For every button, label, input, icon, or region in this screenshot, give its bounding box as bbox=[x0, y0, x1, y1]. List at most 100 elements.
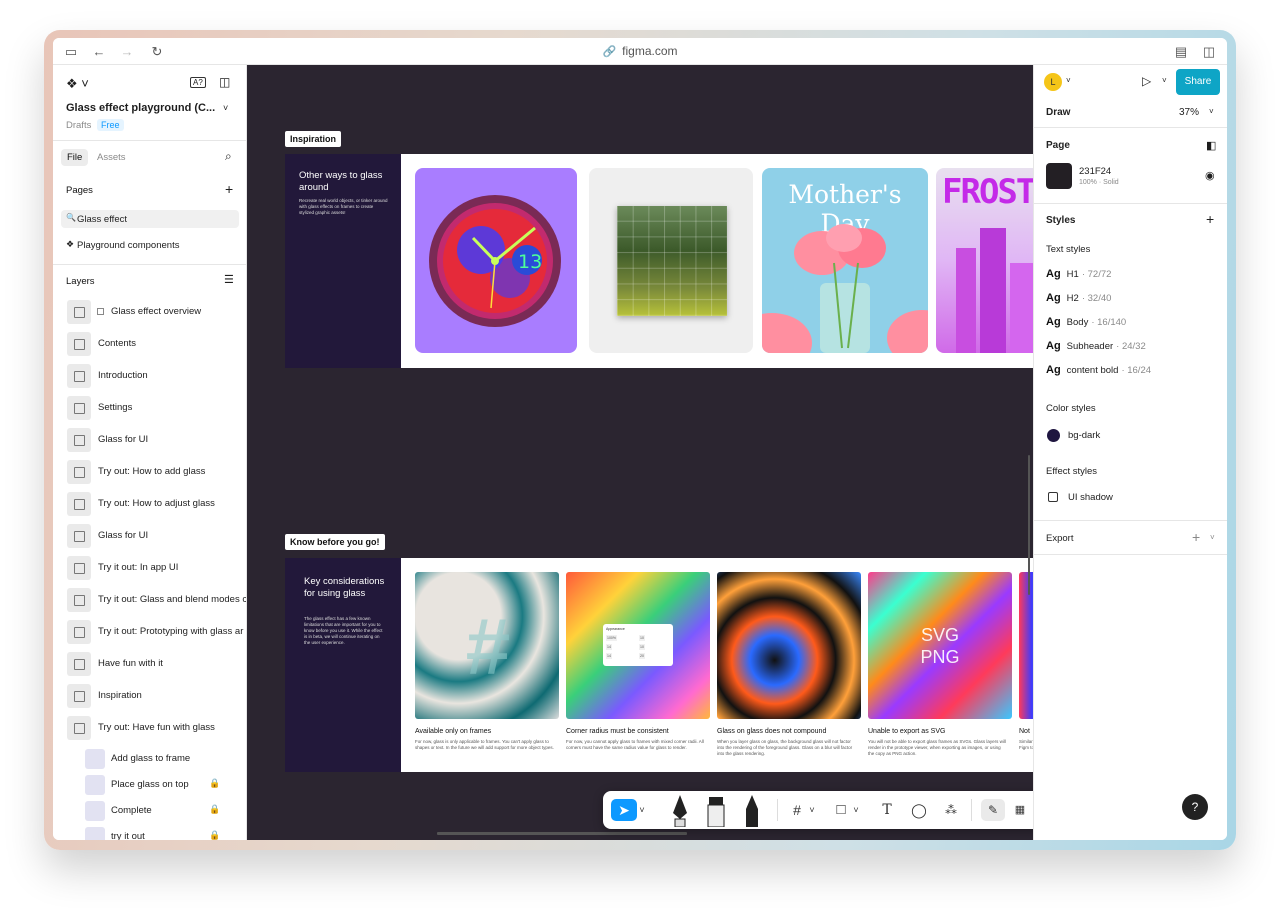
shape-tool-icon[interactable]: □ bbox=[831, 799, 851, 821]
ai-icon[interactable]: A? bbox=[190, 77, 206, 88]
layer-item[interactable]: Introduction bbox=[53, 361, 246, 391]
text-style-item[interactable]: Ag content bold · 16/24 bbox=[1046, 364, 1151, 376]
add-export-icon[interactable]: + bbox=[1192, 529, 1200, 545]
section-tag-know-before[interactable]: Know before you go! bbox=[285, 534, 385, 550]
effect-style-name[interactable]: UI shadow bbox=[1068, 492, 1113, 503]
layer-item[interactable]: Inspiration bbox=[53, 681, 246, 711]
vertical-scrollbar[interactable] bbox=[1028, 455, 1030, 595]
frame-tool-chevron-icon[interactable]: ˅ bbox=[807, 799, 817, 821]
file-title[interactable]: Glass effect playground (C... bbox=[66, 102, 215, 114]
help-button[interactable]: ? bbox=[1182, 794, 1208, 820]
magnify-icon: 🔍 bbox=[66, 213, 76, 222]
layer-item[interactable]: Try out: Have fun with glass bbox=[53, 713, 246, 743]
section-tag-inspiration[interactable]: Inspiration bbox=[285, 131, 342, 147]
pen-tool-icon[interactable] bbox=[667, 793, 693, 828]
frame-icon bbox=[67, 620, 91, 644]
move-tool-icon[interactable]: ➤ bbox=[611, 799, 637, 821]
text-tool-icon[interactable]: T bbox=[877, 799, 897, 821]
card-title: Glass on glass does not compound bbox=[717, 728, 827, 735]
horizontal-scrollbar[interactable] bbox=[437, 832, 687, 835]
marker-tool-icon[interactable] bbox=[703, 793, 729, 828]
glass-tiles-card[interactable] bbox=[589, 168, 753, 353]
text-style-item[interactable]: Ag H1 · 72/72 bbox=[1046, 268, 1111, 280]
frame-icon bbox=[67, 460, 91, 484]
layer-label: Introduction bbox=[98, 370, 148, 381]
considerations-board[interactable]: Key considerations for using glass The g… bbox=[285, 558, 1033, 772]
page-item-glass-effect[interactable]: 🔍 Glass effect bbox=[61, 210, 239, 228]
layer-item[interactable]: Try it out: In app UI bbox=[53, 553, 246, 583]
clock-card[interactable]: 13 bbox=[415, 168, 577, 353]
avatar[interactable]: L bbox=[1044, 73, 1062, 91]
child-layer-item[interactable]: Complete 🔒 bbox=[53, 799, 246, 823]
frame-icon bbox=[67, 428, 91, 452]
layer-item[interactable]: Glass effect overview bbox=[53, 297, 246, 327]
zoom-level[interactable]: 37% bbox=[1179, 107, 1199, 118]
shape-tool-chevron-icon[interactable]: ˅ bbox=[851, 799, 861, 821]
effect-styles-heading: Effect styles bbox=[1046, 466, 1098, 477]
share-button[interactable]: Share bbox=[1176, 69, 1220, 95]
title-chevron-icon[interactable]: ˅ bbox=[223, 103, 228, 113]
child-layer-item[interactable]: try it out 🔒 bbox=[53, 825, 246, 840]
page-color-swatch[interactable] bbox=[1046, 163, 1072, 189]
move-tool-chevron-icon[interactable]: ˅ bbox=[637, 799, 647, 821]
mothers-day-card[interactable]: Mother's Day bbox=[762, 168, 928, 353]
design-mode-icon[interactable]: ▦ bbox=[1009, 799, 1031, 821]
layer-item[interactable]: Contents bbox=[53, 329, 246, 359]
layers-sort-icon[interactable]: ☰ bbox=[224, 273, 234, 286]
layer-item[interactable]: Try out: How to adjust glass bbox=[53, 489, 246, 519]
svg-label: SVG bbox=[920, 625, 959, 645]
export-chevron-icon[interactable]: ˅ bbox=[1210, 533, 1215, 542]
zoom-chevron-icon[interactable]: ˅ bbox=[1209, 107, 1214, 116]
page-color-hex[interactable]: 231F24 bbox=[1079, 166, 1111, 177]
text-style-size: · 72/72 bbox=[1081, 269, 1112, 280]
present-chevron-icon[interactable]: ˅ bbox=[1162, 76, 1167, 85]
child-layer-item[interactable]: Place glass on top 🔒 bbox=[53, 773, 246, 797]
text-style-item[interactable]: Ag Body · 16/140 bbox=[1046, 316, 1126, 328]
reader-icon[interactable]: ▤ bbox=[1173, 44, 1189, 60]
layer-item[interactable]: Have fun with it bbox=[53, 649, 246, 679]
lock-icon[interactable]: 🔒 bbox=[209, 830, 220, 840]
tab-assets[interactable]: Assets bbox=[97, 152, 126, 163]
lock-icon[interactable]: 🔒 bbox=[209, 804, 220, 815]
layer-item[interactable]: Try out: How to add glass bbox=[53, 457, 246, 487]
frame-tool-icon[interactable]: # bbox=[787, 799, 807, 821]
add-page-icon[interactable]: + bbox=[225, 181, 233, 197]
inspiration-board[interactable]: Other ways to glass around Recreate real… bbox=[285, 154, 1033, 368]
resources-icon[interactable]: ⁂ bbox=[941, 799, 961, 821]
draw-mode-icon[interactable]: ✎ bbox=[981, 799, 1005, 821]
figma-menu-icon[interactable]: ❖ ˅ bbox=[66, 76, 89, 92]
split-view-icon[interactable]: ◫ bbox=[1201, 44, 1217, 60]
child-layer-item[interactable]: Add glass to frame bbox=[53, 747, 246, 771]
color-style-swatch[interactable] bbox=[1047, 429, 1060, 442]
design-canvas[interactable]: Inspiration Other ways to glass around R… bbox=[247, 65, 1033, 840]
tab-file[interactable]: File bbox=[61, 149, 89, 166]
avatar-chevron-icon[interactable]: ˅ bbox=[1066, 76, 1071, 85]
text-style-item[interactable]: Ag Subheader · 24/32 bbox=[1046, 340, 1146, 352]
text-style-preview: Ag bbox=[1046, 364, 1061, 376]
layer-label: Glass for UI bbox=[98, 434, 149, 445]
layer-item[interactable]: Glass for UI bbox=[53, 425, 246, 455]
file-location[interactable]: Drafts bbox=[66, 120, 91, 131]
export-heading: Export bbox=[1046, 533, 1074, 544]
frost-card[interactable]: FROSTC bbox=[936, 168, 1033, 353]
address-bar[interactable]: 🔗 figma.com bbox=[53, 44, 1227, 58]
layer-item[interactable]: Try it out: Prototyping with glass ar bbox=[53, 617, 246, 647]
layer-item[interactable]: Try it out: Glass and blend modes c bbox=[53, 585, 246, 615]
page-settings-icon[interactable]: ◧ bbox=[1206, 139, 1216, 152]
comment-tool-icon[interactable]: ◯ bbox=[909, 799, 929, 821]
pencil-tool-icon[interactable] bbox=[739, 793, 765, 827]
text-style-item[interactable]: Ag H2 · 32/40 bbox=[1046, 292, 1111, 304]
layer-item[interactable]: Settings bbox=[53, 393, 246, 423]
frame-icon bbox=[67, 332, 91, 356]
present-icon[interactable]: ▷ bbox=[1142, 74, 1151, 88]
lock-icon[interactable]: 🔒 bbox=[209, 778, 220, 789]
layer-item[interactable]: Glass for UI bbox=[53, 521, 246, 551]
color-style-name[interactable]: bg-dark bbox=[1068, 430, 1100, 441]
page-item-playground[interactable]: ❖ Playground components bbox=[61, 236, 239, 254]
color-styles-heading: Color styles bbox=[1046, 403, 1096, 414]
search-icon[interactable]: ⌕ bbox=[225, 149, 232, 164]
panel-toggle-icon[interactable]: ◫ bbox=[219, 75, 230, 89]
plan-badge[interactable]: Free bbox=[97, 119, 124, 131]
add-style-icon[interactable]: + bbox=[1206, 211, 1214, 227]
eye-icon[interactable]: ◉ bbox=[1205, 169, 1215, 182]
